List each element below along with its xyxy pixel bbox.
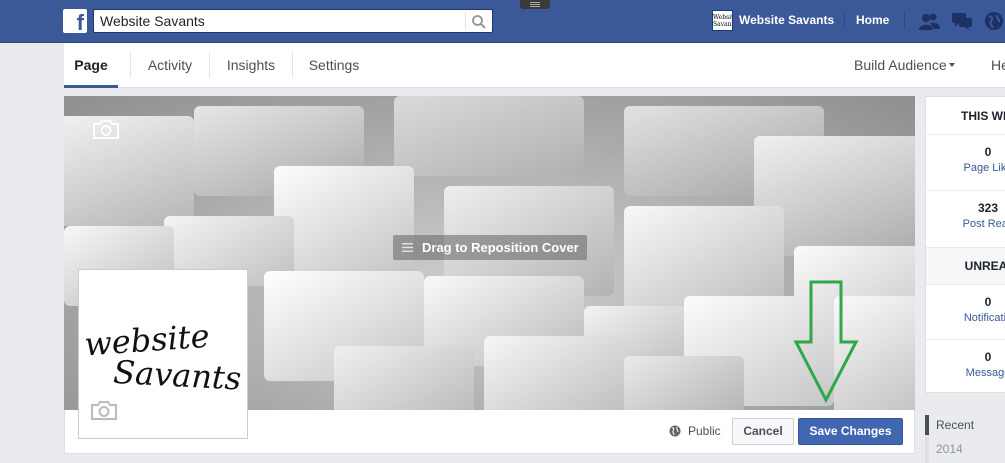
- help-menu[interactable]: He: [991, 43, 1005, 87]
- stat-label[interactable]: Notificatio: [926, 312, 1005, 324]
- topbar-divider: [844, 11, 845, 29]
- page-navigation-bar: Page Activity Insights Settings Build Au…: [64, 43, 1005, 88]
- messages-icon[interactable]: [951, 11, 973, 31]
- timeline-recent-link[interactable]: Recent: [936, 418, 974, 432]
- annotation-arrow-icon: [793, 280, 859, 404]
- drag-to-reposition-hint: Drag to Reposition Cover: [393, 235, 587, 260]
- timeline-track-active: [925, 415, 929, 435]
- stat-label[interactable]: Message: [926, 367, 1005, 379]
- privacy-label[interactable]: Public: [688, 424, 721, 438]
- page-name-link[interactable]: Website Savants: [739, 13, 834, 27]
- tab-divider: [292, 52, 293, 78]
- page-avatar[interactable]: Website Savants: [712, 10, 733, 31]
- timeline-year-link[interactable]: 2014: [936, 442, 963, 456]
- tab-divider: [209, 52, 210, 78]
- cover-cube: [334, 346, 474, 410]
- search-input[interactable]: [100, 12, 460, 30]
- stat-value: 0: [984, 145, 992, 159]
- facebook-logo-icon[interactable]: f: [63, 9, 87, 35]
- window-grabber-handle[interactable]: [520, 0, 550, 9]
- tab-insights[interactable]: Insights: [216, 43, 286, 87]
- stat-row-messages[interactable]: 0 Message: [926, 339, 1005, 392]
- search-divider: [465, 13, 466, 29]
- cover-cube: [484, 336, 624, 410]
- search-icon[interactable]: [470, 13, 488, 31]
- unread-header: UNREA: [964, 259, 1005, 273]
- unread-header-band: UNREA: [926, 247, 1005, 285]
- svg-text:Savants: Savants: [112, 353, 242, 392]
- tab-divider: [130, 52, 131, 78]
- timeline-navigator: Recent 2014: [925, 413, 1005, 463]
- stat-row-post-reach[interactable]: 323 Post Reac: [926, 190, 1005, 247]
- stat-value: 0: [984, 295, 992, 309]
- page-stats-panel: THIS WE 0 Page Like 323 Post Reac UNREA …: [925, 96, 1005, 393]
- reposition-label: Drag to Reposition Cover: [422, 240, 579, 255]
- top-navigation-bar: f Website Savants Website Savants Home: [0, 0, 1005, 43]
- search-box[interactable]: [93, 9, 493, 33]
- stat-row-page-likes[interactable]: 0 Page Like: [926, 134, 1005, 191]
- change-cover-camera-icon[interactable]: [92, 118, 120, 140]
- stat-label[interactable]: Post Reac: [926, 218, 1005, 230]
- tab-settings[interactable]: Settings: [300, 43, 368, 87]
- website-savants-logo: website Savants: [83, 320, 242, 392]
- tab-activity[interactable]: Activity: [136, 43, 204, 87]
- friend-requests-icon[interactable]: [918, 11, 940, 31]
- tab-page[interactable]: Page: [64, 43, 118, 88]
- globe-icon: [669, 425, 681, 437]
- stat-value: 0: [984, 350, 992, 364]
- topbar-divider: [904, 11, 905, 29]
- save-changes-button[interactable]: Save Changes: [798, 418, 903, 445]
- notifications-globe-icon[interactable]: [983, 11, 1005, 31]
- stat-row-notifications[interactable]: 0 Notificatio: [926, 284, 1005, 341]
- build-audience-menu[interactable]: Build Audience: [854, 43, 947, 87]
- chevron-down-icon: [949, 63, 955, 67]
- cover-cube: [64, 116, 194, 226]
- cover-cube: [394, 96, 584, 176]
- this-week-header: THIS WE: [961, 109, 1005, 123]
- drag-handle-icon: [402, 243, 413, 252]
- change-profile-camera-icon[interactable]: [90, 399, 118, 421]
- stat-value: 323: [977, 201, 999, 215]
- profile-picture[interactable]: website Savants: [78, 269, 248, 439]
- home-link[interactable]: Home: [856, 13, 889, 27]
- cover-cube: [624, 356, 744, 410]
- stat-label[interactable]: Page Like: [926, 162, 1005, 174]
- cancel-button[interactable]: Cancel: [732, 418, 794, 445]
